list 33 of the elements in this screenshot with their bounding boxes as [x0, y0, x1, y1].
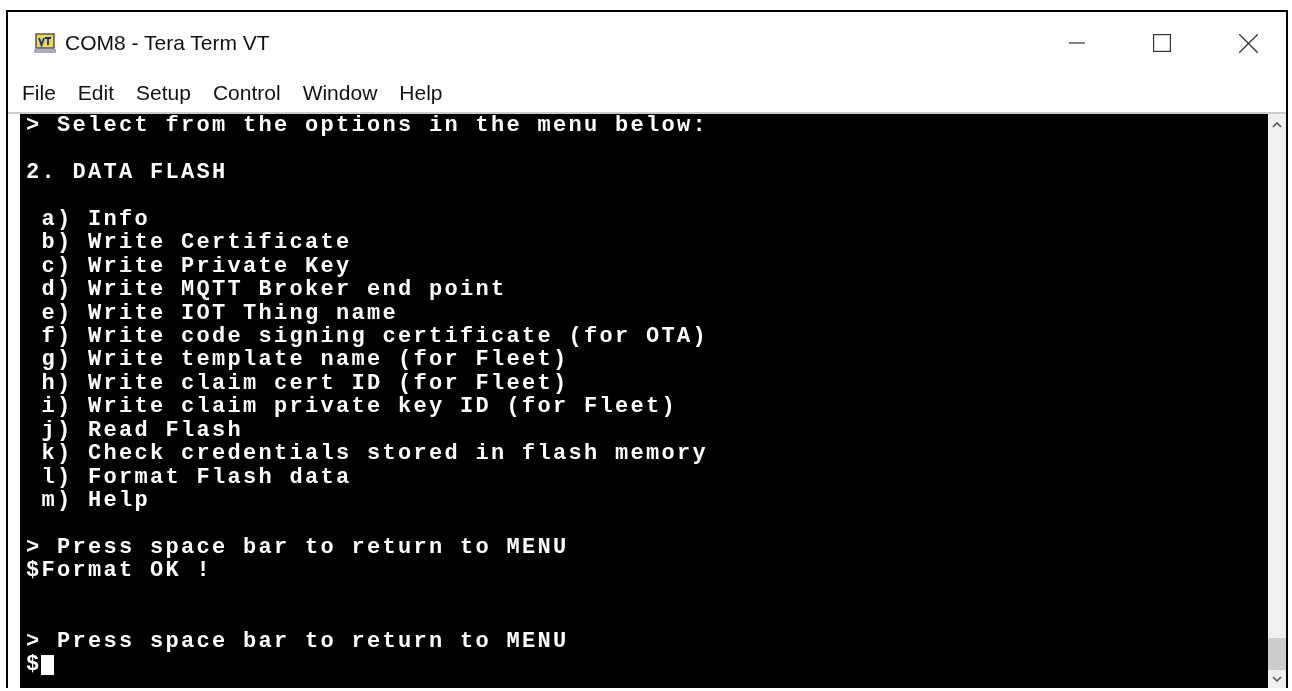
terminal-line: g) Write template name (for Fleet) [40, 348, 569, 372]
terminal-line: m) Help [40, 489, 151, 513]
scroll-up-icon[interactable] [1272, 122, 1282, 128]
terminal-line: a) Info [40, 207, 151, 232]
terminal-line: > Press space bar to return to MENU [26, 629, 569, 654]
menu-item[interactable]: Edit [67, 81, 127, 105]
menu-item[interactable]: Control [202, 81, 293, 105]
terminal-line: i) Write claim private key ID (for Fleet) [40, 395, 678, 419]
terminal-line: > Select from the options in the menu below: [26, 114, 709, 138]
terminal-line: j) Read Flash [40, 418, 244, 443]
menu-item[interactable]: Window [292, 81, 390, 105]
terminal-line: e) Write IOT Thing name [40, 301, 399, 325]
scroll-down-icon[interactable] [1272, 676, 1282, 682]
menu-item[interactable]: Help [389, 81, 455, 105]
app-icon [34, 32, 56, 54]
terminal-line: > Press space bar to return to MENU [26, 535, 569, 560]
terminal-line: $ [26, 653, 42, 677]
terminal-line: l) Format Flash data [40, 465, 352, 489]
terminal-line: $Format OK ! [26, 559, 213, 583]
terminal-line: d) Write MQTT Broker end point [40, 278, 507, 302]
scrollbar-thumb[interactable] [1268, 638, 1286, 670]
window-title: COM8 - Tera Term VT [65, 31, 270, 55]
scrollbar[interactable] [1268, 114, 1286, 688]
menu-item[interactable]: Setup [126, 81, 203, 105]
maximize-icon[interactable] [1153, 34, 1171, 52]
close-icon[interactable] [1239, 33, 1258, 53]
terminal-line: 2. DATA FLASH [26, 160, 228, 185]
terminal-line: b) Write Certificate [40, 231, 352, 255]
terminal-line: f) Write code signing certificate (for OTA) [40, 324, 709, 349]
terminal-line: c) Write Private Key [40, 254, 352, 279]
menu-item[interactable]: File [12, 81, 68, 105]
terminal-line: h) Write claim cert ID (for Fleet) [40, 371, 569, 396]
terminal-line: k) Check credentials stored in flash memory [40, 442, 709, 466]
